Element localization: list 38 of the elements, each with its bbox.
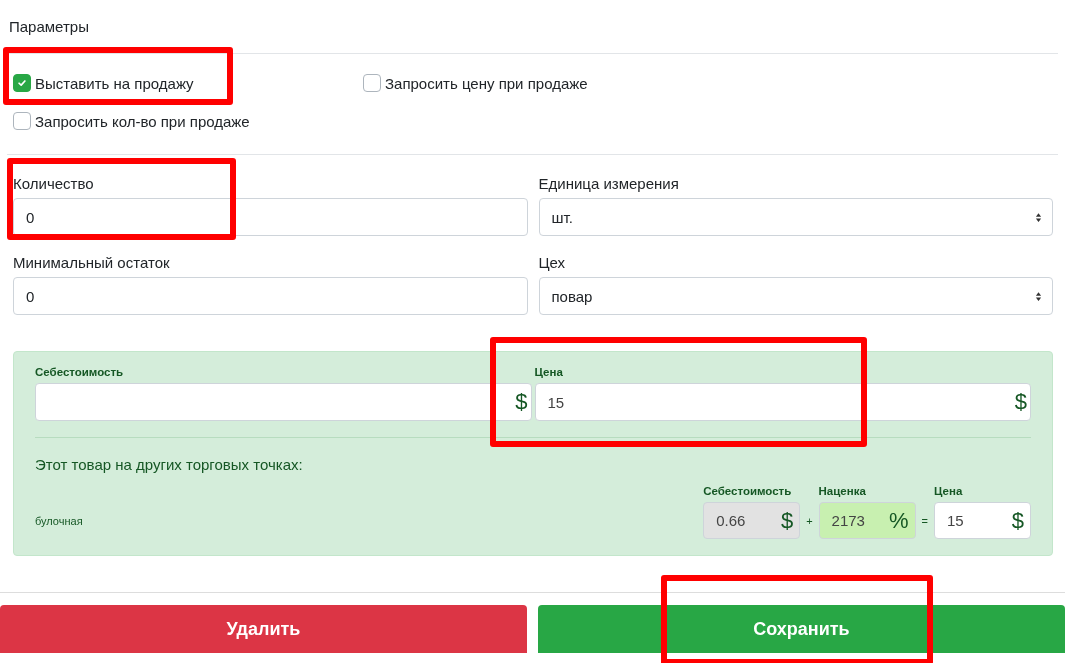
select-arrows-icon	[1035, 211, 1042, 223]
field-label: Единица измерения	[538, 175, 680, 192]
cost-field[interactable]: 0.66 $	[703, 502, 801, 539]
currency-sign: $	[1011, 507, 1024, 534]
checkbox[interactable]	[13, 74, 31, 92]
field-label: Цех	[538, 254, 567, 271]
plus-sign: +	[806, 515, 813, 527]
checkbox-label: Запросить кол-во при продаже	[35, 112, 250, 130]
other-points-title: Этот товар на других торговых точках:	[35, 456, 304, 473]
field-label: Цена	[534, 366, 564, 378]
field-label: Цена	[934, 485, 964, 497]
field-label: Себестоимость	[703, 485, 793, 497]
field-label: Наценка	[818, 485, 867, 497]
field-label: Минимальный остаток	[13, 254, 171, 271]
checkbox-label: Запросить цену при продаже	[385, 74, 588, 92]
checkbox[interactable]	[13, 112, 31, 130]
input-field[interactable]: 0	[13, 277, 528, 315]
delete-button[interactable]: Удалить	[0, 605, 527, 653]
select-field[interactable]: шт.	[538, 198, 1053, 236]
currency-sign: $	[1014, 389, 1027, 415]
currency-sign: $	[780, 507, 794, 534]
percent-sign: %	[889, 507, 909, 534]
select-field[interactable]: повар	[538, 277, 1053, 315]
price-field[interactable]: 15 $	[934, 502, 1031, 539]
checkbox-label: Выставить на продажу	[35, 74, 194, 92]
field-label: Себестоимость	[35, 366, 125, 378]
field-label: Количество	[13, 175, 95, 192]
section-title: Параметры	[8, 17, 90, 37]
check-icon	[17, 78, 27, 88]
currency-sign: $	[515, 389, 528, 415]
select-arrows-icon	[1035, 290, 1042, 302]
input-field[interactable]: 0	[13, 198, 528, 236]
equals-sign: =	[921, 515, 928, 527]
price-field[interactable]: 15 $	[534, 383, 1031, 421]
point-name: булочная	[35, 515, 83, 527]
checkbox[interactable]	[363, 74, 381, 92]
markup-field[interactable]: 2173 %	[818, 502, 916, 539]
price-field[interactable]: $	[35, 383, 532, 421]
